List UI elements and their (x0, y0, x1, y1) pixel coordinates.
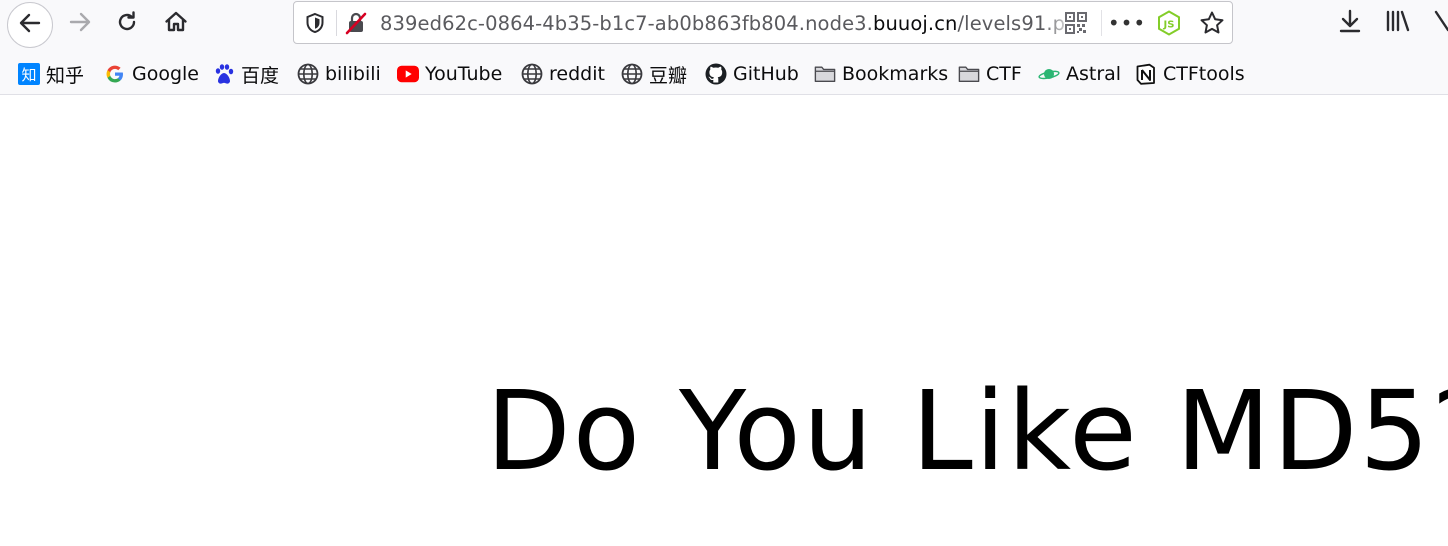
bookmark-label: Astral (1066, 63, 1122, 85)
bookmark-label: 百度 (241, 64, 280, 87)
bookmark-youtube[interactable]: YouTube (397, 61, 502, 87)
url-domain: buuoj.cn (872, 12, 958, 35)
reload-button[interactable] (107, 4, 147, 44)
bookmark-douban[interactable]: 豆瓣 (621, 61, 687, 87)
astral-icon (1038, 63, 1060, 85)
github-icon (705, 63, 727, 85)
bookmark-folder-ctf[interactable]: CTF (958, 61, 1022, 87)
svg-text:JS: JS (1163, 20, 1175, 31)
address-bar[interactable]: 839ed62c-0864-4b35-b1c7-ab0b863fb804.nod… (293, 1, 1233, 44)
bookmark-label: 豆瓣 (649, 64, 688, 87)
bookmark-label: reddit (549, 63, 605, 85)
library-icon (1384, 8, 1412, 38)
bookmark-google[interactable]: Google (104, 61, 199, 87)
more-icon[interactable]: ••• (1108, 10, 1145, 36)
nodejs-icon[interactable]: JS (1156, 10, 1182, 36)
globe-icon (521, 63, 543, 85)
bookmark-bilibili[interactable]: bilibili (297, 61, 381, 87)
star-icon[interactable] (1199, 10, 1225, 36)
bookmarks-toolbar: 知 知乎 Google 百度 bilibili YouTube reddit 豆… (0, 48, 1448, 95)
youtube-icon (397, 63, 419, 85)
bookmark-label: bilibili (325, 63, 381, 85)
bookmark-label: YouTube (425, 63, 503, 85)
forward-icon (67, 9, 93, 39)
zhihu-glyph: 知 (21, 66, 36, 84)
bookmark-ctftools[interactable]: CTFtools (1135, 61, 1245, 87)
sidebar-icon (1432, 8, 1448, 38)
home-icon (163, 9, 189, 39)
bookmark-baidu[interactable]: 百度 (213, 61, 279, 87)
page-heading: Do You Like MD5? (486, 367, 1448, 495)
download-button[interactable] (1335, 8, 1365, 38)
forward-button[interactable] (60, 4, 100, 44)
bookmark-label: 知乎 (46, 64, 85, 87)
zhihu-icon: 知 (18, 63, 40, 85)
globe-icon (297, 63, 319, 85)
bookmark-label: Google (132, 63, 200, 85)
url-text[interactable]: 839ed62c-0864-4b35-b1c7-ab0b863fb804.nod… (380, 11, 1074, 37)
url-prefix: 839ed62c-0864-4b35-b1c7-ab0b863fb804.nod… (380, 12, 873, 35)
reload-icon (114, 9, 140, 39)
bookmark-label: GitHub (733, 63, 799, 85)
navigation-toolbar: 839ed62c-0864-4b35-b1c7-ab0b863fb804.nod… (0, 0, 1448, 48)
back-button[interactable] (7, 2, 53, 48)
home-button[interactable] (156, 4, 196, 44)
bookmark-reddit[interactable]: reddit (521, 61, 605, 87)
urlbar-divider-right (1101, 10, 1102, 36)
bookmark-astral[interactable]: Astral (1038, 61, 1121, 87)
bookmark-zhihu[interactable]: 知 知乎 (18, 61, 84, 87)
qr-code-icon[interactable] (1064, 11, 1088, 35)
download-icon (1337, 8, 1363, 38)
bookmark-github[interactable]: GitHub (705, 61, 799, 87)
notion-icon (1135, 63, 1157, 85)
library-button[interactable] (1383, 8, 1413, 38)
baidu-icon (213, 63, 235, 85)
sidebar-button[interactable] (1432, 8, 1448, 38)
bookmark-folder-bookmarks[interactable]: Bookmarks (814, 61, 948, 87)
urlbar-divider (336, 10, 337, 36)
bookmark-label: CTF (986, 63, 1022, 85)
google-icon (104, 63, 126, 85)
bookmark-label: CTFtools (1163, 63, 1245, 85)
folder-icon (958, 63, 980, 85)
globe-icon (621, 63, 643, 85)
folder-icon (814, 63, 836, 85)
shield-icon[interactable] (303, 11, 327, 35)
insecure-lock-icon[interactable] (344, 11, 368, 35)
back-icon (17, 10, 43, 40)
bookmark-label: Bookmarks (842, 63, 949, 85)
